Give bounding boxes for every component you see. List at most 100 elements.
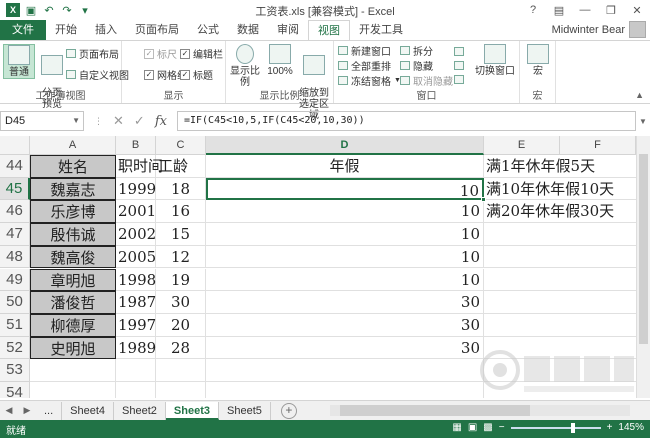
page-layout-status-icon[interactable]: ▣ (468, 422, 477, 433)
sheet-tab-sheet2[interactable]: Sheet2 (114, 401, 166, 420)
enter-icon[interactable]: ✓ (134, 113, 145, 129)
tab-view[interactable]: 视图 (308, 20, 350, 40)
column-header-d[interactable]: D (206, 136, 484, 155)
unhide-button[interactable]: 取消隐藏 (400, 74, 453, 88)
cell-e51[interactable] (484, 314, 636, 337)
cell-a47[interactable]: 殷伟诚 (30, 223, 116, 246)
freeze-panes-button[interactable]: 冻结窗格 ▼ (338, 74, 401, 88)
cell-c50[interactable]: 30 (156, 291, 206, 314)
row-header-52[interactable]: 52 (0, 336, 30, 360)
cell-a49[interactable]: 章明旭 (30, 268, 116, 292)
macros-button[interactable]: 宏 (522, 44, 554, 77)
column-header-e[interactable]: E (484, 136, 560, 155)
redo-icon[interactable]: ↷ (60, 3, 74, 17)
zoom-in-icon[interactable]: + (607, 422, 613, 433)
cell-b48[interactable]: 2005 (116, 245, 156, 269)
cell-d51[interactable]: 30 (206, 313, 484, 337)
help-icon[interactable]: ? (520, 0, 546, 20)
row-header-54[interactable]: 54 (0, 382, 30, 398)
cell-d48[interactable]: 10 (206, 245, 484, 269)
split-button[interactable]: 拆分 (400, 44, 433, 58)
cell-a50[interactable]: 潘俊哲 (30, 291, 116, 314)
select-all-corner[interactable] (0, 136, 30, 155)
cell-b46[interactable]: 2001 (116, 200, 156, 224)
sheet-tab-sheet4[interactable]: Sheet4 (62, 401, 115, 420)
ruler-checkbox[interactable]: ✓ 标尺 (144, 47, 177, 61)
zoom-out-icon[interactable]: − (499, 422, 505, 433)
cell-b53[interactable] (116, 359, 156, 382)
cell-e47[interactable] (484, 223, 636, 246)
row-header-48[interactable]: 48 (0, 245, 30, 269)
cell-c45[interactable]: 18 (156, 177, 206, 201)
fill-handle[interactable] (481, 197, 486, 203)
custom-views-button[interactable]: 自定义视图 (66, 68, 129, 82)
name-box-dropdown-icon[interactable]: ▼ (72, 112, 80, 130)
sheet-tab-more[interactable]: ... (36, 401, 63, 420)
cell-b54[interactable] (116, 382, 156, 398)
cell-b49[interactable]: 1998 (116, 268, 156, 292)
undo-icon[interactable]: ↶ (42, 3, 56, 17)
cell-b51[interactable]: 1997 (116, 313, 156, 337)
save-icon[interactable]: ▣ (24, 3, 38, 17)
cell-c54[interactable] (156, 382, 206, 398)
view-side-by-side-button[interactable] (454, 45, 464, 58)
sheet-tab-sheet5[interactable]: Sheet5 (219, 401, 271, 420)
close-icon[interactable]: ✕ (624, 0, 650, 20)
zoom-slider[interactable] (510, 422, 601, 433)
horizontal-scrollbar[interactable] (330, 405, 630, 416)
sheet-tab-sheet3[interactable]: Sheet3 (165, 401, 219, 420)
cell-e45[interactable]: 满10年休年假10天 (484, 178, 636, 201)
formula-input[interactable]: =IF(C45<10,5,IF(C45<20,10,30)) (176, 111, 636, 131)
cell-d49[interactable]: 10 (206, 268, 484, 292)
cell-a52[interactable]: 史明旭 (30, 336, 116, 360)
cell-d54[interactable] (206, 382, 484, 398)
normal-view-button[interactable]: 普通 (3, 44, 35, 79)
cell-b44[interactable]: 职时间 (116, 155, 163, 178)
collapse-ribbon-icon[interactable]: ▲ (635, 90, 644, 100)
normal-view-status-icon[interactable]: ▦ (452, 422, 461, 433)
cell-b45[interactable]: 1999 (116, 177, 156, 201)
add-sheet-icon[interactable]: + (280, 402, 297, 419)
headings-checkbox[interactable]: ✓ 标题 (180, 68, 213, 82)
cell-e50[interactable] (484, 291, 636, 314)
row-header-51[interactable]: 51 (0, 313, 30, 337)
cell-d53[interactable] (206, 359, 484, 382)
row-header-44[interactable]: 44 (0, 155, 30, 178)
vertical-scrollbar[interactable] (636, 136, 650, 398)
arrange-all-button[interactable]: 全部重排 (338, 59, 391, 73)
cell-e48[interactable] (484, 246, 636, 269)
cell-d47[interactable]: 10 (206, 223, 484, 246)
page-layout-view-button[interactable]: 页面布局 (66, 47, 119, 61)
row-header-53[interactable]: 53 (0, 359, 30, 382)
zoom-button[interactable]: 显示比例 (228, 44, 262, 88)
tab-home[interactable]: 开始 (46, 20, 86, 40)
minimize-icon[interactable]: — (572, 0, 598, 20)
formula-bar-checkbox[interactable]: ✓ 编辑栏 (180, 47, 223, 61)
cell-c48[interactable]: 12 (156, 245, 206, 269)
reset-position-button[interactable] (454, 73, 464, 86)
cell-b47[interactable]: 2002 (116, 223, 156, 246)
cell-a44[interactable]: 姓名 (30, 155, 116, 178)
cell-d50[interactable]: 30 (206, 291, 484, 314)
tab-file[interactable]: 文件 (0, 20, 46, 40)
zoom-level[interactable]: 145% (618, 422, 644, 433)
column-header-a[interactable]: A (30, 136, 116, 155)
column-header-c[interactable]: C (156, 136, 206, 155)
cell-c52[interactable]: 28 (156, 336, 206, 360)
cell-d44[interactable]: 年假 (206, 155, 484, 178)
new-window-button[interactable]: 新建窗口 (338, 44, 391, 58)
restore-icon[interactable]: ❐ (598, 0, 624, 20)
cell-a45[interactable]: 魏嘉志 (30, 177, 116, 201)
name-box[interactable]: D45 ▼ (0, 111, 84, 131)
page-break-status-icon[interactable]: ▩ (483, 422, 492, 433)
column-header-b[interactable]: B (116, 136, 156, 155)
cell-e49[interactable] (484, 269, 636, 292)
cell-c47[interactable]: 15 (156, 223, 206, 246)
row-header-45[interactable]: 45 (0, 177, 30, 201)
ribbon-display-icon[interactable]: ▤ (546, 0, 572, 20)
cancel-icon[interactable]: ✕ (113, 113, 124, 129)
cell-c44[interactable]: 工龄 (156, 155, 206, 178)
sheet-prev-icon[interactable]: ◀ (0, 405, 18, 416)
cell-d52[interactable]: 30 (206, 336, 484, 360)
tab-formulas[interactable]: 公式 (188, 20, 228, 40)
